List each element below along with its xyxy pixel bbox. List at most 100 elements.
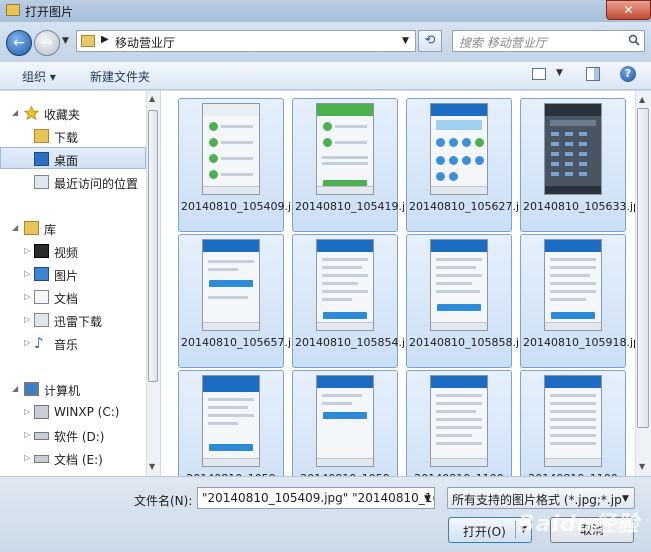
nav-computer[interactable]: ◢ 计算机 <box>0 378 146 400</box>
nav-favorites[interactable]: ◢ 收藏夹 <box>0 102 146 124</box>
nav-label: 计算机 <box>44 384 81 398</box>
collapse-icon[interactable]: ◢ <box>12 108 18 117</box>
collapse-icon[interactable]: ◢ <box>12 223 18 232</box>
nav-desktop[interactable]: 桌面 <box>0 147 146 169</box>
expand-icon[interactable]: ▷ <box>24 338 30 347</box>
search-input[interactable]: 搜索 移动营业厅 <box>452 30 645 52</box>
expand-icon[interactable]: ▷ <box>24 430 30 439</box>
file-scroll-thumb[interactable] <box>637 108 649 428</box>
file-tile[interactable]: 20140810_105858.jpg <box>406 234 533 368</box>
help-icon[interactable]: ? <box>620 66 636 82</box>
file-tile[interactable]: 20140810_1100 <box>406 370 512 476</box>
scroll-up-icon[interactable]: ▲ <box>639 95 645 104</box>
refresh-button[interactable]: ⟲ <box>418 30 442 52</box>
nav-libraries[interactable]: ◢ 库 <box>0 217 146 239</box>
split-divider <box>515 521 516 539</box>
nav-pictures[interactable]: ▷ 图片 <box>0 263 146 285</box>
filename-dropdown-icon[interactable]: ▼ <box>424 494 431 504</box>
file-tile[interactable]: 20140810_105854.jpg <box>292 234 419 368</box>
download-library-icon <box>34 313 49 327</box>
recent-locations-icon[interactable]: ▼ <box>62 36 69 46</box>
file-name: 20140810_105854.jpg <box>295 336 419 349</box>
expand-icon[interactable]: ▷ <box>24 453 30 462</box>
image-thumbnail <box>202 375 260 467</box>
file-tile[interactable]: 20140810_1100 <box>520 370 626 476</box>
nav-label: 软件 (D:) <box>54 430 105 444</box>
filename-field[interactable]: "20140810_105409.jpg" "20140810_1( <box>197 487 435 509</box>
nav-music[interactable]: ▷ ♪ 音乐 <box>0 332 146 354</box>
preview-pane-icon[interactable] <box>586 67 600 81</box>
scroll-down-icon[interactable]: ▼ <box>639 462 645 471</box>
collapse-icon[interactable]: ◢ <box>12 384 18 393</box>
nav-drive-c[interactable]: ▷ WINXP (C:) <box>0 401 146 423</box>
scroll-up-icon[interactable]: ▲ <box>149 94 155 103</box>
nav-scroll-thumb[interactable] <box>148 110 158 382</box>
nav-downloads[interactable]: 下载 <box>0 125 146 147</box>
video-icon <box>34 244 49 258</box>
nav-label: WINXP (C:) <box>54 405 120 419</box>
nav-xunlei[interactable]: ▷ 迅雷下载 <box>0 309 146 331</box>
image-thumbnail <box>202 239 260 331</box>
file-name: 20140810_105633.jpg <box>523 200 635 213</box>
download-folder-icon <box>34 129 49 143</box>
nav-label: 视频 <box>54 246 79 260</box>
expand-icon[interactable]: ▷ <box>24 315 30 324</box>
breadcrumb-folder[interactable]: 移动营业厅 <box>115 34 175 51</box>
forward-button[interactable]: → <box>34 30 60 56</box>
file-tile[interactable]: 20140810_105627.jpg <box>406 98 533 232</box>
file-tile[interactable]: 20140810_105657.jpg <box>178 234 305 368</box>
filename-value: "20140810_105409.jpg" "20140810_1( <box>202 491 435 505</box>
file-tile[interactable]: 20140810_105419.jpg <box>292 98 419 232</box>
image-thumbnail <box>202 103 260 195</box>
title-bar <box>0 0 651 22</box>
filetype-dropdown-icon[interactable]: ▼ <box>622 494 629 504</box>
close-button[interactable]: ✕ <box>606 0 651 20</box>
expand-icon[interactable]: ▷ <box>24 246 30 255</box>
folder-icon <box>6 4 20 16</box>
file-name: 20140810_105918.jpg <box>523 336 635 349</box>
file-tile[interactable]: 20140810_1059 <box>292 370 398 476</box>
view-icon[interactable] <box>532 68 546 80</box>
recent-places-icon <box>34 175 49 189</box>
drive-icon <box>34 455 49 463</box>
back-button[interactable]: ← <box>6 30 32 56</box>
file-name: 20140810_105657.jpg <box>181 336 305 349</box>
expand-icon[interactable]: ▷ <box>24 407 30 416</box>
chevron-right-icon[interactable]: ▶ <box>101 34 109 45</box>
image-thumbnail <box>430 375 488 467</box>
navigation-pane: ◢ 收藏夹 下载 桌面 最近访问的位置 ◢ 库 ▷ 视频 ▷ 图片 ▷ 文档 ▷… <box>0 91 160 476</box>
image-thumbnail <box>544 375 602 467</box>
nav-label: 下载 <box>54 131 79 145</box>
nav-videos[interactable]: ▷ 视频 <box>0 240 146 262</box>
star-icon <box>24 106 39 120</box>
drive-icon <box>34 405 49 419</box>
new-folder-button[interactable]: 新建文件夹 <box>90 68 150 85</box>
file-tile[interactable]: 20140810_105918.jpg <box>520 234 635 368</box>
folder-icon <box>81 35 95 47</box>
file-tile[interactable]: 20140810_1059 <box>178 370 284 476</box>
search-placeholder: 搜索 移动营业厅 <box>459 36 547 50</box>
view-dropdown-icon[interactable]: ▼ <box>556 68 563 78</box>
nav-drive-d[interactable]: ▷ 软件 (D:) <box>0 424 146 446</box>
nav-documents[interactable]: ▷ 文档 <box>0 286 146 308</box>
path-dropdown-icon[interactable]: ▼ <box>402 36 409 46</box>
image-thumbnail <box>430 239 488 331</box>
nav-label: 图片 <box>54 269 79 283</box>
search-icon[interactable] <box>628 34 640 46</box>
path-breadcrumb[interactable]: ▶ 移动营业厅 <box>76 30 416 52</box>
file-tile[interactable]: 20140810_105633.jpg <box>520 98 635 232</box>
expand-icon[interactable]: ▷ <box>24 292 30 301</box>
image-thumbnail <box>316 375 374 467</box>
music-icon: ♪ <box>34 334 44 352</box>
nav-drive-e[interactable]: ▷ 文档 (E:) <box>0 447 146 469</box>
nav-recent[interactable]: 最近访问的位置 <box>0 171 146 193</box>
file-name: 20140810_105409.jpg <box>181 200 305 213</box>
expand-icon[interactable]: ▷ <box>24 269 30 278</box>
image-thumbnail <box>316 103 374 195</box>
pictures-icon <box>34 267 49 281</box>
file-tile[interactable]: 20140810_105409.jpg <box>178 98 305 232</box>
file-list: 20140810_105409.jpg 20140810_105419.jpg … <box>161 91 635 476</box>
nav-label: 音乐 <box>54 338 79 352</box>
organize-button[interactable]: 组织 ▾ <box>22 68 56 85</box>
scroll-down-icon[interactable]: ▼ <box>149 462 155 471</box>
